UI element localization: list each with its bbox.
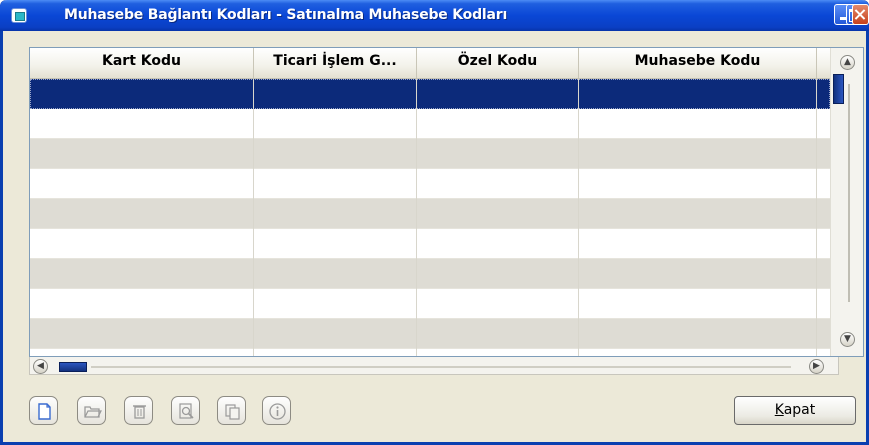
column-header-ticari-islem[interactable]: Ticari İşlem G...: [254, 48, 417, 78]
window-title: Muhasebe Bağlantı Kodları - Satınalma Mu…: [64, 7, 508, 23]
delete-trash-icon: [133, 405, 146, 419]
table-row[interactable]: [30, 109, 830, 139]
new-document-icon: [38, 403, 51, 420]
delete-button[interactable]: [124, 396, 153, 425]
copy-button[interactable]: [217, 396, 246, 425]
table-row[interactable]: [30, 169, 830, 199]
table-row[interactable]: [30, 199, 830, 229]
app-icon: [11, 8, 27, 23]
scroll-right-icon[interactable]: ▶: [809, 359, 824, 374]
copy-icon: [225, 404, 240, 420]
scroll-up-icon[interactable]: ▲: [840, 55, 855, 70]
column-divider: [416, 79, 417, 356]
close-button[interactable]: Kapat: [734, 396, 856, 425]
search-preview-icon: [179, 403, 194, 419]
open-folder-icon: [84, 406, 102, 418]
grid-header: Kart Kodu Ticari İşlem G... Özel Kodu Mu…: [30, 48, 830, 79]
scroll-down-icon[interactable]: ▼: [840, 332, 855, 347]
table-row[interactable]: [30, 289, 830, 319]
table-row[interactable]: [30, 79, 830, 109]
column-header-kart-kodu[interactable]: Kart Kodu: [30, 48, 254, 78]
table-row[interactable]: [30, 139, 830, 169]
vertical-scroll-thumb[interactable]: [833, 74, 844, 104]
scroll-left-icon[interactable]: ◀: [33, 359, 48, 374]
table-row[interactable]: [30, 259, 830, 289]
new-button[interactable]: [29, 396, 58, 425]
column-divider: [578, 79, 579, 356]
close-button-mnemonic: K: [774, 402, 784, 418]
close-button-label: apat: [783, 402, 816, 418]
column-divider: [253, 79, 254, 356]
dialog-window: Muhasebe Bağlantı Kodları - Satınalma Mu…: [0, 0, 869, 445]
vertical-scroll-track[interactable]: [848, 84, 850, 302]
preview-button[interactable]: [171, 396, 200, 425]
horizontal-scroll-track[interactable]: [91, 366, 791, 368]
open-button[interactable]: [77, 396, 106, 425]
column-header-muhasebe-kodu[interactable]: Muhasebe Kodu: [579, 48, 817, 78]
horizontal-scroll-thumb[interactable]: [59, 362, 87, 372]
table-row[interactable]: [30, 229, 830, 259]
info-button[interactable]: [262, 396, 291, 425]
column-header-ozel-kodu[interactable]: Özel Kodu: [417, 48, 579, 78]
close-icon[interactable]: [852, 4, 869, 25]
accounting-codes-grid[interactable]: Kart Kodu Ticari İşlem G... Özel Kodu Mu…: [29, 47, 864, 357]
table-row[interactable]: [30, 319, 830, 349]
title-bar[interactable]: Muhasebe Bağlantı Kodları - Satınalma Mu…: [0, 0, 869, 31]
column-divider: [816, 79, 817, 356]
info-icon: [269, 403, 286, 420]
column-header-filler: [817, 48, 830, 78]
